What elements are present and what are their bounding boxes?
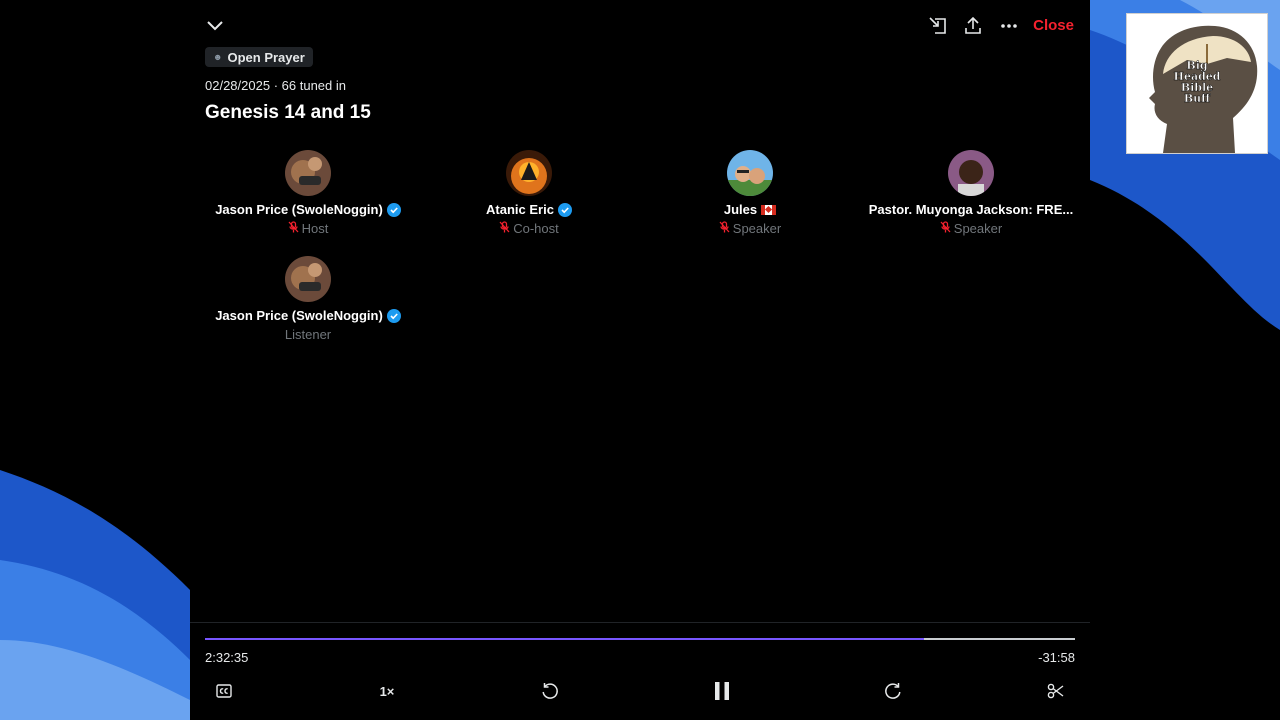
avatar[interactable] [948, 150, 994, 196]
dock-icon [929, 17, 946, 34]
avatar[interactable] [285, 256, 331, 302]
rewind-button[interactable] [538, 679, 562, 703]
share-icon [965, 17, 981, 34]
scissors-icon [1047, 683, 1064, 699]
mic-off-icon [940, 221, 951, 236]
close-button[interactable]: Close [1033, 17, 1074, 34]
avatar[interactable] [506, 150, 552, 196]
player-divider [190, 622, 1090, 623]
participant-role: Listener [284, 327, 332, 342]
progress-bar[interactable] [205, 638, 1075, 640]
clip-button[interactable] [1044, 680, 1068, 702]
space-meta: 02/28/2025 · 66 tuned in [205, 78, 346, 93]
participant-role: Host [301, 221, 329, 236]
captions-button[interactable] [212, 680, 236, 702]
forward-button[interactable] [881, 679, 905, 703]
participant-name: Jason Price (SwoleNoggin) [215, 202, 383, 217]
verified-badge-icon [386, 308, 401, 323]
participant-name: Atanic Eric [486, 202, 554, 217]
participant-host[interactable]: Jason Price (SwoleNoggin) Host [198, 150, 418, 250]
participant-role: Speaker [953, 221, 1003, 236]
more-icon [1001, 24, 1017, 28]
space-window: Close ☻ Open Prayer 02/28/2025 · 66 tune… [190, 0, 1090, 720]
mic-off-icon [288, 221, 299, 236]
avatar[interactable] [285, 150, 331, 196]
mic-off-icon [719, 221, 730, 236]
participant-speaker-pastor[interactable]: Pastor. Muyonga Jackson: FRE... Speaker [861, 150, 1081, 250]
logo-text: Big Headed Bible Buff [1173, 60, 1221, 104]
collapse-button[interactable] [204, 16, 226, 36]
participant-role-row: Listener [285, 327, 331, 342]
playback-speed-button[interactable]: 1× [374, 681, 400, 701]
participant-name: Jules [723, 202, 758, 217]
participant-role-row: Co-host [499, 221, 559, 236]
share-button[interactable] [961, 15, 985, 37]
avatar[interactable] [727, 150, 773, 196]
participant-name-row: Jason Price (SwoleNoggin) [215, 202, 401, 217]
channel-logo: Big Headed Bible Buff [1126, 13, 1268, 154]
captions-icon [216, 684, 232, 698]
chevron-down-icon [207, 21, 223, 31]
forward-15-icon [885, 683, 901, 699]
participant-name-row: Jason Price (SwoleNoggin) [215, 308, 401, 323]
space-title: Genesis 14 and 15 [205, 102, 371, 123]
mic-off-icon [499, 221, 510, 236]
meta-separator: · [273, 78, 282, 93]
space-tag[interactable]: ☻ Open Prayer [205, 47, 313, 67]
participant-role: Co-host [513, 221, 559, 236]
remaining-time: -31:58 [1038, 650, 1075, 665]
canada-flag-icon [761, 204, 777, 215]
rewind-15-icon [542, 683, 558, 699]
participant-speaker-jules[interactable]: Jules Speaker [640, 150, 860, 250]
participant-name-row: Atanic Eric [486, 202, 572, 217]
logo-text-line: Buff [1183, 92, 1211, 105]
space-tag-label: Open Prayer [227, 49, 305, 65]
tuned-in-count: 66 tuned in [281, 78, 346, 93]
pause-icon [715, 682, 729, 700]
participant-role-row: Speaker [719, 221, 781, 236]
participant-name: Pastor. Muyonga Jackson: FRE... [868, 202, 1074, 217]
people-icon: ☻ [213, 52, 223, 62]
elapsed-time: 2:32:35 [205, 650, 249, 665]
participant-name-row: Pastor. Muyonga Jackson: FRE... [869, 202, 1073, 217]
progress-fill [205, 638, 925, 640]
minimize-button[interactable] [926, 15, 950, 37]
verified-badge-icon [557, 202, 572, 217]
participant-name: Jason Price (SwoleNoggin) [215, 308, 383, 323]
participant-name-row: Jules [723, 202, 777, 217]
participant-listener[interactable]: Jason Price (SwoleNoggin) Listener [198, 256, 418, 356]
verified-badge-icon [386, 202, 401, 217]
space-date: 02/28/2025 [205, 78, 271, 93]
participant-role: Speaker [732, 221, 782, 236]
participant-role-row: Speaker [940, 221, 1002, 236]
pause-button[interactable] [709, 679, 735, 703]
more-button[interactable] [997, 15, 1021, 37]
participant-cohost[interactable]: Atanic Eric Co-host [419, 150, 639, 250]
participant-role-row: Host [288, 221, 329, 236]
